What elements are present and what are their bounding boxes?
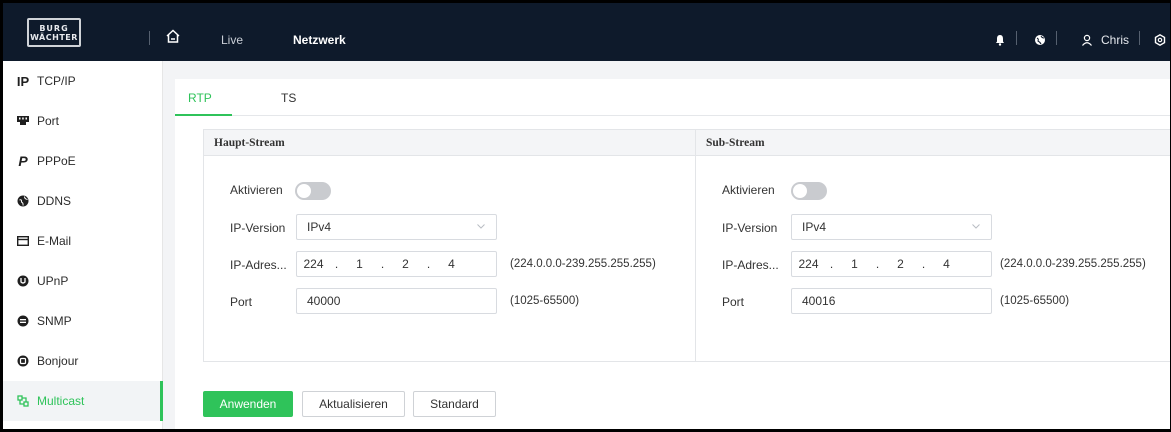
- port-label: Port: [230, 295, 253, 309]
- user-name[interactable]: Chris: [1101, 33, 1129, 47]
- tab-rtp[interactable]: RTP: [188, 91, 212, 105]
- upnp-icon: [15, 275, 31, 287]
- snmp-icon: [15, 315, 31, 327]
- brand-logo[interactable]: BURG WÄCHTER: [27, 18, 81, 47]
- ip-dot: .: [380, 257, 385, 271]
- sidebar-item-label: E-Mail: [37, 234, 72, 248]
- section-title: Sub-Stream: [696, 130, 1170, 156]
- ip-octet-input[interactable]: 2: [389, 257, 422, 271]
- port-icon: [15, 116, 31, 126]
- tab-bar: RTP TS: [175, 79, 1170, 116]
- home-icon[interactable]: [165, 28, 181, 44]
- sidebar-item-label: Bonjour: [37, 354, 79, 368]
- sidebar-item-port[interactable]: Port: [3, 101, 163, 141]
- ip-dot: .: [921, 257, 926, 271]
- sidebar-item-multicast[interactable]: Multicast: [3, 381, 163, 421]
- enable-toggle[interactable]: [295, 182, 331, 200]
- ip-octet-input[interactable]: 4: [435, 257, 468, 271]
- sidebar: IP TCP/IP Port P PPPoE DDNS E-Mail UPnP …: [3, 61, 163, 429]
- refresh-button[interactable]: Aktualisieren: [302, 391, 405, 417]
- multicast-icon: [15, 395, 31, 407]
- sidebar-item-snmp[interactable]: SNMP: [3, 301, 163, 341]
- divider: [1056, 31, 1057, 45]
- ip-address-label: IP-Adres...: [722, 258, 779, 272]
- chevron-down-icon: [972, 224, 980, 229]
- ip-version-select[interactable]: IPv4: [296, 214, 497, 240]
- sidebar-item-label: Multicast: [37, 394, 85, 408]
- ip-range-hint: (224.0.0.0-239.255.255.255): [1000, 258, 1146, 270]
- ip-dot: .: [829, 257, 834, 271]
- enable-toggle[interactable]: [791, 182, 827, 200]
- sub-stream-section: Sub-Stream Aktivieren IP-Version IPv4 IP…: [695, 129, 1170, 362]
- sidebar-item-upnp[interactable]: UPnP: [3, 261, 163, 301]
- logo-line1: BURG: [39, 23, 69, 33]
- ip-version-select[interactable]: IPv4: [791, 214, 992, 240]
- sidebar-item-bonjour[interactable]: Bonjour: [3, 341, 163, 381]
- ip-octet-input[interactable]: 2: [884, 257, 917, 271]
- ip-octet-input[interactable]: 1: [343, 257, 376, 271]
- port-input[interactable]: 40000: [296, 288, 497, 314]
- port-range-hint: (1025-65500): [510, 295, 580, 307]
- ip-dot: .: [426, 257, 431, 271]
- ip-octet-input[interactable]: 224: [297, 257, 330, 271]
- sidebar-item-label: Port: [37, 114, 60, 128]
- chevron-down-icon: [477, 224, 485, 229]
- ip-octet-input[interactable]: 224: [792, 257, 825, 271]
- sidebar-item-label: TCP/IP: [37, 74, 76, 88]
- apply-button[interactable]: Anwenden: [203, 391, 293, 417]
- ip-address-label: IP-Adres...: [230, 258, 287, 272]
- sidebar-item-pppoe[interactable]: P PPPoE: [3, 141, 163, 181]
- main-stream-section: Haupt-Stream Aktivieren IP-Version IPv4 …: [203, 129, 696, 362]
- top-bar: BURG WÄCHTER Live Netzwerk Chris: [3, 3, 1170, 61]
- ip-octet-input[interactable]: 1: [838, 257, 871, 271]
- divider: [1139, 31, 1140, 45]
- divider: [1016, 31, 1017, 45]
- port-label: Port: [722, 295, 745, 309]
- ip-dot: .: [875, 257, 880, 271]
- port-range-hint: (1025-65500): [1000, 295, 1070, 307]
- ip-octet-input[interactable]: 4: [930, 257, 963, 271]
- main-content: RTP TS Haupt-Stream Aktivieren IP-Versio…: [163, 61, 1170, 429]
- section-title: Haupt-Stream: [204, 130, 695, 156]
- divider: [149, 31, 150, 45]
- ip-address-field: 224 . 1 . 2 . 4: [296, 251, 497, 277]
- multicast-panel: RTP TS Haupt-Stream Aktivieren IP-Versio…: [175, 79, 1170, 429]
- logo-line2: WÄCHTER: [30, 32, 78, 42]
- tcpip-icon: IP: [16, 73, 30, 89]
- user-icon[interactable]: [1081, 34, 1093, 46]
- globe-icon[interactable]: [1034, 34, 1046, 46]
- email-icon: [15, 236, 31, 246]
- ddns-icon: [15, 195, 31, 207]
- sidebar-item-label: PPPoE: [37, 154, 76, 168]
- ip-version-value: IPv4: [307, 220, 332, 234]
- default-button[interactable]: Standard: [413, 391, 496, 417]
- ip-dot: .: [334, 257, 339, 271]
- nav-netzwerk[interactable]: Netzwerk: [293, 33, 346, 47]
- ip-address-field: 224 . 1 . 2 . 4: [791, 251, 992, 277]
- sidebar-item-email[interactable]: E-Mail: [3, 221, 163, 261]
- bell-icon[interactable]: [994, 34, 1006, 46]
- bonjour-icon: [15, 355, 31, 367]
- app-window: BURG WÄCHTER Live Netzwerk Chris IP TCP/…: [0, 0, 1171, 432]
- tab-active-indicator: [175, 114, 232, 116]
- port-input[interactable]: 40016: [791, 288, 992, 314]
- ip-version-value: IPv4: [802, 220, 827, 234]
- sidebar-item-ddns[interactable]: DDNS: [3, 181, 163, 221]
- ip-version-label: IP-Version: [722, 221, 778, 235]
- pppoe-icon: P: [18, 153, 28, 169]
- tab-ts[interactable]: TS: [281, 91, 296, 105]
- ip-range-hint: (224.0.0.0-239.255.255.255): [510, 258, 656, 270]
- settings-icon[interactable]: [1154, 34, 1166, 46]
- sidebar-item-tcpip[interactable]: IP TCP/IP: [3, 61, 163, 101]
- sidebar-item-label: SNMP: [37, 314, 72, 328]
- enable-label: Aktivieren: [722, 183, 775, 197]
- ip-version-label: IP-Version: [230, 221, 286, 235]
- sidebar-item-label: DDNS: [37, 194, 72, 208]
- enable-label: Aktivieren: [230, 183, 283, 197]
- sidebar-item-label: UPnP: [37, 274, 69, 288]
- nav-live[interactable]: Live: [221, 33, 243, 47]
